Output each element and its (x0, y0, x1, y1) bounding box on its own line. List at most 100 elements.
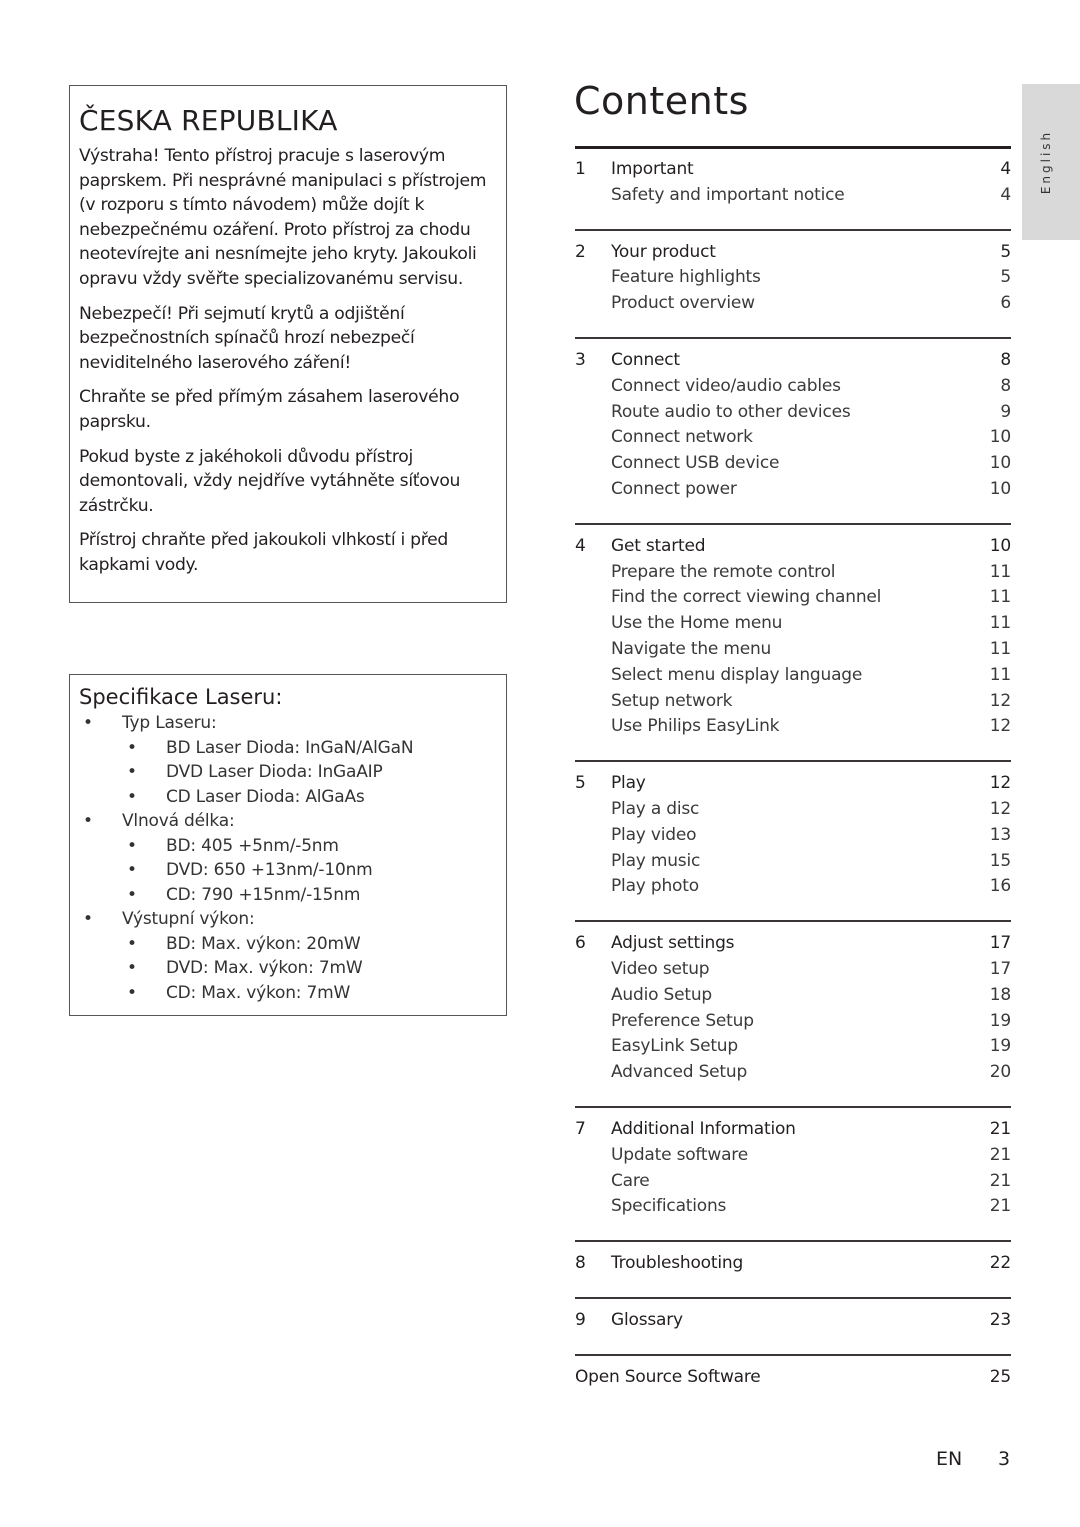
toc-page-number: 21 (989, 1170, 1011, 1191)
bullet-icon: • (127, 737, 137, 758)
toc-page-number: 9 (1000, 401, 1011, 422)
toc-subentry-title: Use the Home menu (611, 613, 783, 634)
toc-page-number: 11 (989, 613, 1011, 634)
toc-subentry[interactable]: Specifications 21 (575, 1194, 1011, 1220)
toc-chapter-entry[interactable]: 1 Important 4 (575, 157, 1011, 183)
toc-subentry[interactable]: Video setup 17 (575, 957, 1011, 983)
toc-subentry[interactable]: Audio Setup 18 (575, 983, 1011, 1009)
spec-list-item: • Výstupní výkon: (79, 907, 497, 932)
bullet-icon: • (83, 713, 93, 733)
toc-chapter-number: 2 (575, 241, 586, 262)
toc-subentry[interactable]: Connect video/audio cables 8 (575, 374, 1011, 400)
toc-subentry-title: Connect power (611, 478, 737, 499)
toc-chapter-entry[interactable]: 3 Connect 8 (575, 348, 1011, 374)
toc-subentry[interactable]: Product overview 6 (575, 291, 1011, 317)
contents-title: Contents (574, 79, 749, 123)
bullet-icon: • (127, 982, 137, 1003)
toc-page-number: 20 (989, 1062, 1011, 1083)
toc-subentry-title: Audio Setup (611, 984, 713, 1005)
laser-spec-title: Specifikace Laseru: (79, 685, 283, 709)
toc-page-number: 8 (1000, 375, 1011, 396)
spec-list-item: • Vlnová délka: (79, 809, 497, 834)
spec-item-text: DVD: Max. výkon: 7mW (166, 958, 363, 978)
spec-item-text: Výstupní výkon: (122, 909, 255, 929)
toc-chapter-entry[interactable]: 9 Glossary 23 (575, 1308, 1011, 1334)
toc-chapter-entry[interactable]: 8 Troubleshooting 22 (575, 1251, 1011, 1277)
toc-chapter-title: Get started (611, 535, 706, 556)
bullet-icon: • (127, 835, 137, 856)
toc-page-number: 19 (989, 1036, 1011, 1057)
toc-subentry[interactable]: Advanced Setup 20 (575, 1060, 1011, 1086)
toc-chapter-entry[interactable]: 4 Get started 10 (575, 534, 1011, 560)
toc-subentry[interactable]: Play video 13 (575, 823, 1011, 849)
toc-chapter-number: 8 (575, 1253, 586, 1274)
toc-chapter-entry[interactable]: 7 Additional Information 21 (575, 1117, 1011, 1143)
toc-chapter-title: Additional Information (611, 1118, 796, 1139)
toc-chapter-entry[interactable]: 6 Adjust settings 17 (575, 931, 1011, 957)
toc-section: 4 Get started 10 Prepare the remote control… (575, 522, 1011, 760)
toc-subentry[interactable]: Use the Home menu 11 (575, 611, 1011, 637)
toc-chapter-entry[interactable]: 2 Your product 5 (575, 240, 1011, 266)
spec-item-text: Typ Laseru: (122, 713, 217, 733)
footer-language-code: EN (936, 1448, 963, 1470)
toc-subentry[interactable]: Connect power 10 (575, 477, 1011, 503)
toc-subentry[interactable]: Prepare the remote control 11 (575, 560, 1011, 586)
toc-subentry-title: Safety and important notice (611, 184, 845, 205)
toc-chapter-number: 9 (575, 1309, 586, 1330)
toc-subentry[interactable]: Navigate the menu 11 (575, 637, 1011, 663)
toc-subentry[interactable]: Safety and important notice 4 (575, 183, 1011, 209)
toc-subentry[interactable]: Find the correct viewing channel 11 (575, 585, 1011, 611)
toc-subentry-title: Update software (611, 1144, 748, 1165)
toc-subentry[interactable]: Select menu display language 11 (575, 663, 1011, 689)
toc-subentry-title: Use Philips EasyLink (611, 716, 780, 737)
spec-list-item: • DVD: 650 +13nm/-10nm (79, 858, 497, 883)
toc-subentry[interactable]: Setup network 12 (575, 689, 1011, 715)
toc-subentry-title: Play a disc (611, 798, 700, 819)
toc-subentry-title: Care (611, 1170, 650, 1191)
toc-subentry[interactable]: Feature highlights 5 (575, 265, 1011, 291)
toc-chapter-title: Play (611, 773, 646, 794)
laser-spec-list: • Typ Laseru: • BD Laser Dioda: InGaN/AlGaN… (79, 711, 497, 1005)
toc-subentry[interactable]: Play photo 16 (575, 874, 1011, 900)
toc-subentry[interactable]: Preference Setup 19 (575, 1009, 1011, 1035)
spec-item-text: BD: 405 +5nm/-5nm (166, 835, 339, 856)
spec-list-item: • CD Laser Dioda: AlGaAs (79, 785, 497, 810)
toc-chapter-entry[interactable]: Open Source Software 25 (575, 1365, 1011, 1391)
spec-item-text: BD Laser Dioda: InGaN/AlGaN (166, 737, 414, 758)
toc-chapter-entry[interactable]: 5 Play 12 (575, 771, 1011, 797)
toc-subentry[interactable]: Use Philips EasyLink 12 (575, 714, 1011, 740)
spec-list-item: • DVD: Max. výkon: 7mW (79, 956, 497, 981)
toc-subentry[interactable]: Update software 21 (575, 1143, 1011, 1169)
bullet-icon: • (127, 762, 137, 782)
spec-item-text: CD: Max. výkon: 7mW (166, 982, 351, 1003)
toc-page-number: 17 (989, 933, 1011, 954)
toc-page-number: 16 (989, 876, 1011, 897)
toc-chapter-title: Glossary (611, 1309, 683, 1330)
czech-warning-paragraph: Výstraha! Tento přístroj pracuje s laser… (79, 146, 487, 289)
toc-subentry[interactable]: Connect USB device 10 (575, 451, 1011, 477)
toc-subentry-title: Play video (611, 824, 697, 845)
toc-page-number: 4 (1000, 184, 1011, 205)
toc-section: 1 Important 4 Safety and important notice 4 (575, 146, 1011, 229)
spec-list-item: • Typ Laseru: (79, 711, 497, 736)
toc-subentry[interactable]: Play music 15 (575, 849, 1011, 875)
toc-section: 8 Troubleshooting 22 (575, 1240, 1011, 1297)
language-tab-label: English (1039, 129, 1053, 195)
toc-page-number: 5 (1000, 267, 1011, 288)
bullet-icon: • (83, 811, 93, 831)
czech-warning-paragraph: Chraňte se před přímým zásahem laserovéh… (79, 387, 460, 432)
toc-section: 5 Play 12 Play a disc 12 Play video 13 Play mus… (575, 760, 1011, 920)
toc-subentry-title: Connect network (611, 427, 753, 448)
toc-subentry-title: Navigate the menu (611, 638, 772, 659)
toc-subentry-title: Setup network (611, 690, 733, 711)
toc-subentry[interactable]: Route audio to other devices 9 (575, 400, 1011, 426)
toc-subentry-title: Prepare the remote control (611, 561, 836, 582)
toc-page-number: 4 (1000, 159, 1011, 179)
toc-subentry[interactable]: EasyLink Setup 19 (575, 1034, 1011, 1060)
toc-chapter-title: Adjust settings (611, 933, 735, 954)
toc-subentry[interactable]: Care 21 (575, 1169, 1011, 1195)
toc-section: 6 Adjust settings 17 Video setup 17 Audio Set… (575, 920, 1011, 1106)
toc-subentry-title: Specifications (611, 1196, 727, 1217)
toc-subentry[interactable]: Play a disc 12 (575, 797, 1011, 823)
toc-subentry[interactable]: Connect network 10 (575, 425, 1011, 451)
